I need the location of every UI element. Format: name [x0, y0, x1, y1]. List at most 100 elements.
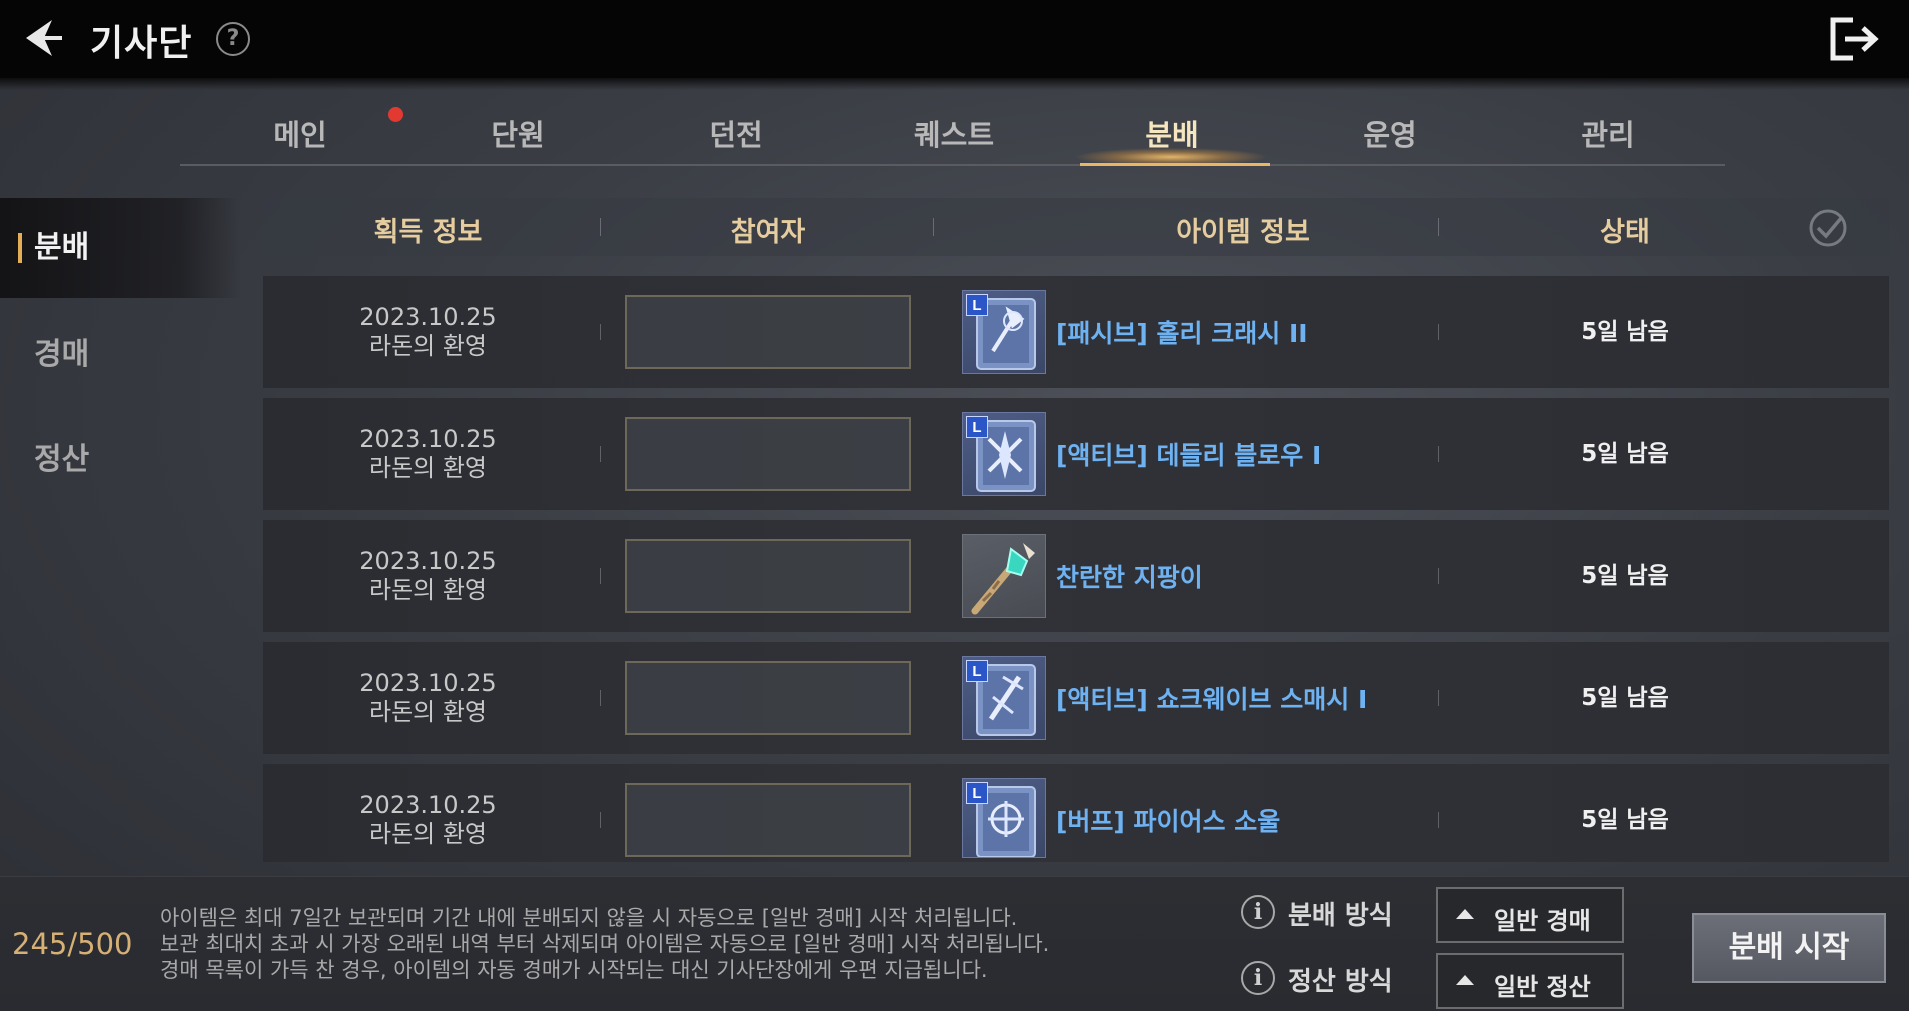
notice-line: 보관 최대치 초과 시 가장 오래된 내역 부터 삭제되며 아이템은 자동으로 … [160, 932, 1050, 956]
column-divider [600, 446, 601, 462]
participant-slot[interactable] [625, 295, 911, 369]
item-name[interactable]: 찬란한 지팡이 [1056, 558, 1203, 594]
column-divider [1438, 568, 1439, 584]
participant-slot[interactable] [625, 417, 911, 491]
acquisition-source: 라돈의 환영 [368, 820, 488, 848]
tab-management[interactable]: 관리 [1528, 112, 1688, 162]
item-status: 5일 남음 [1581, 319, 1669, 345]
settlement-method-label: 정산 방식 [1288, 967, 1393, 997]
distribution-notice: 아이템은 최대 7일간 보관되며 기간 내에 분배되지 않을 시 자동으로 [일… [160, 905, 1049, 983]
help-icon[interactable]: ? [216, 22, 250, 56]
notification-dot [388, 107, 403, 122]
sidebar-item-settlement[interactable]: 정산 [0, 410, 240, 510]
tab-main[interactable]: 메인 [220, 112, 380, 162]
tab-bar: 메인 단원 던전 퀘스트 분배 운영 관리 [180, 100, 1725, 166]
start-distribution-button[interactable]: 분배 시작 [1692, 913, 1886, 983]
column-header-acquisition: 획득 정보 [373, 217, 483, 248]
column-divider [600, 218, 601, 236]
skill-book-icon[interactable]: L [962, 412, 1046, 496]
item-name[interactable]: [버프] 파이어스 소울 [1056, 802, 1280, 838]
acquisition-date: 2023.10.25 [359, 547, 497, 575]
column-divider [1438, 324, 1439, 340]
tab-operation[interactable]: 운영 [1310, 112, 1470, 162]
grade-badge: L [966, 294, 988, 316]
grade-badge: L [966, 782, 988, 804]
participant-slot[interactable] [625, 783, 911, 857]
caret-up-icon [1456, 975, 1474, 985]
select-all-check-icon[interactable] [1807, 207, 1849, 249]
column-divider [600, 568, 601, 584]
acquisition-info: 2023.10.25 라돈의 환영 [318, 669, 538, 727]
dropdown-value: 일반 경매 [1494, 907, 1591, 935]
skill-book-icon[interactable]: L [962, 778, 1046, 858]
info-icon[interactable]: i [1241, 961, 1275, 995]
column-header-participant: 참여자 [730, 217, 806, 248]
skill-book-icon[interactable]: L [962, 290, 1046, 374]
sidebar-item-distribution[interactable]: 분배 [0, 198, 240, 298]
exit-icon[interactable] [1829, 16, 1881, 62]
column-header-item-info: 아이템 정보 [1176, 217, 1310, 248]
item-status: 5일 남음 [1581, 685, 1669, 711]
item-status: 5일 남음 [1581, 441, 1669, 467]
acquisition-info: 2023.10.25 라돈의 환영 [318, 547, 538, 605]
tab-dungeon[interactable]: 던전 [656, 112, 816, 162]
active-tab-underline [1080, 163, 1270, 166]
sidebar-item-label: 경매 [34, 337, 90, 372]
info-icon[interactable]: i [1241, 895, 1275, 929]
dropdown-value: 일반 정산 [1494, 973, 1591, 1001]
grade-badge: L [966, 416, 988, 438]
grade-badge: L [966, 660, 988, 682]
distribution-method-label: 분배 방식 [1288, 901, 1393, 931]
acquisition-date: 2023.10.25 [359, 791, 497, 819]
acquisition-info: 2023.10.25 라돈의 환영 [318, 791, 538, 849]
skill-book-icon[interactable]: L [962, 656, 1046, 740]
acquisition-info: 2023.10.25 라돈의 환영 [318, 303, 538, 361]
footer-panel: 245/500 아이템은 최대 7일간 보관되며 기간 내에 분배되지 않을 시… [0, 876, 1909, 1011]
staff-icon[interactable] [962, 534, 1046, 618]
item-name[interactable]: [액티브] 쇼크웨이브 스매시 I [1056, 680, 1367, 716]
sidebar-item-auction[interactable]: 경매 [0, 305, 240, 405]
sidebar-item-label: 정산 [34, 442, 90, 477]
column-divider [600, 324, 601, 340]
table-row[interactable]: 2023.10.25 라돈의 환영 L [버프] 파이어스 소울 5일 남음 [263, 764, 1889, 862]
acquisition-source: 라돈의 환영 [368, 454, 488, 482]
participant-slot[interactable] [625, 661, 911, 735]
table-row[interactable]: 2023.10.25 라돈의 환영 L [액티브] 데들리 블로우 I 5일 남… [263, 398, 1889, 510]
column-divider [1438, 690, 1439, 706]
column-divider [1438, 812, 1439, 828]
participant-slot[interactable] [625, 539, 911, 613]
acquisition-source: 라돈의 환영 [368, 332, 488, 360]
notice-line: 아이템은 최대 7일간 보관되며 기간 내에 분배되지 않을 시 자동으로 [일… [160, 906, 1018, 930]
sidebar-item-label: 분배 [34, 230, 90, 265]
top-bar: 기사단 ? [0, 0, 1909, 90]
column-divider [1438, 446, 1439, 462]
acquisition-date: 2023.10.25 [359, 425, 497, 453]
notice-line: 경매 목록이 가득 찬 경우, 아이템의 자동 경매가 시작되는 대신 기사단장… [160, 958, 988, 982]
column-divider [600, 812, 601, 828]
tab-members[interactable]: 단원 [438, 112, 598, 162]
column-divider [1438, 218, 1439, 236]
acquisition-source: 라돈의 환영 [368, 698, 488, 726]
table-row[interactable]: 2023.10.25 라돈의 환영 찬란한 지팡이 5일 남음 [263, 520, 1889, 632]
column-header-status: 상태 [1600, 217, 1650, 248]
table-row[interactable]: 2023.10.25 라돈의 환영 L [액티브] 쇼크웨이브 스매시 I 5일… [263, 642, 1889, 754]
tab-quest[interactable]: 퀘스트 [874, 112, 1034, 162]
settlement-method-dropdown[interactable]: 일반 정산 [1436, 953, 1624, 1009]
acquisition-date: 2023.10.25 [359, 669, 497, 697]
page-title: 기사단 [90, 23, 193, 64]
tab-distribution[interactable]: 분배 [1092, 112, 1252, 162]
caret-up-icon [1456, 909, 1474, 919]
active-marker [18, 233, 22, 263]
item-name[interactable]: [패시브] 홀리 크래시 II [1056, 314, 1308, 350]
table-row[interactable]: 2023.10.25 라돈의 환영 L [패시브] 홀리 크래시 II 5일 남… [263, 276, 1889, 388]
table-header: 획득 정보 참여자 아이템 정보 상태 [263, 198, 1889, 256]
column-divider [600, 690, 601, 706]
item-status: 5일 남음 [1581, 563, 1669, 589]
distribution-method-dropdown[interactable]: 일반 경매 [1436, 887, 1624, 943]
back-arrow-icon[interactable] [18, 14, 66, 62]
item-name[interactable]: [액티브] 데들리 블로우 I [1056, 436, 1321, 472]
acquisition-source: 라돈의 환영 [368, 576, 488, 604]
acquisition-date: 2023.10.25 [359, 303, 497, 331]
storage-count: 245/500 [12, 927, 133, 961]
column-divider [933, 218, 934, 236]
